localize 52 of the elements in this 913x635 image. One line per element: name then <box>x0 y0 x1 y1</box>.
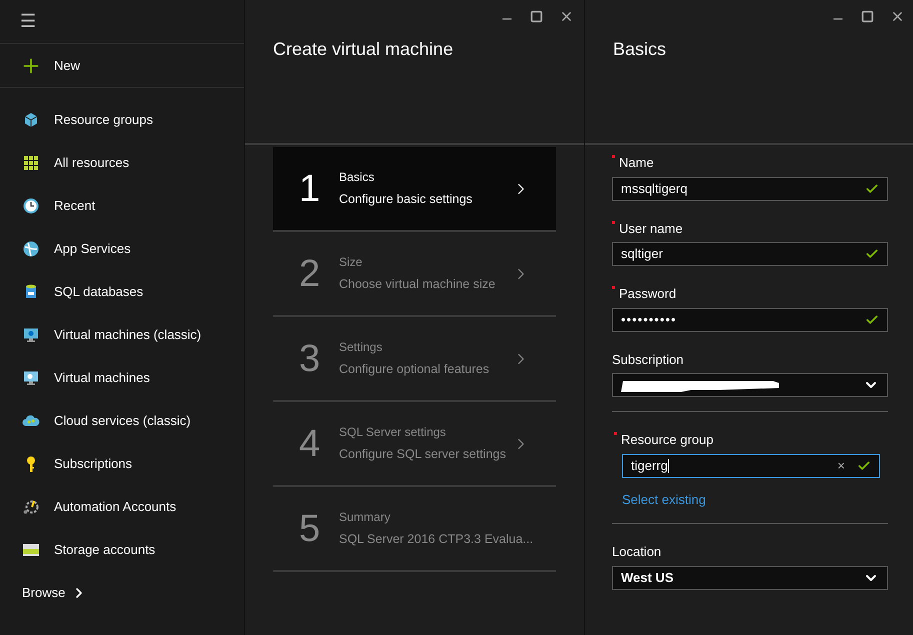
input-field[interactable]: mssqltigerq <box>612 176 888 200</box>
field-label: Name <box>619 154 654 172</box>
sidebar-item[interactable]: App Services <box>0 227 244 270</box>
check-icon <box>865 247 879 261</box>
blade-title: Create virtual machine <box>273 39 454 59</box>
blade-title: Basics <box>613 39 666 59</box>
clear-button[interactable]: × <box>837 456 845 476</box>
sidebar-item[interactable]: Subscriptions <box>0 442 244 485</box>
check-icon <box>857 458 871 472</box>
sidebar-item[interactable]: SQL databases <box>0 270 244 313</box>
clock-icon <box>22 196 40 214</box>
field-label: Location <box>612 543 662 561</box>
sidebar-item[interactable]: Virtual machines (classic) <box>0 313 244 356</box>
wizard-step[interactable]: 2 Size Choose virtual machine size <box>273 232 556 317</box>
password-field[interactable]: •••••••••• <box>612 308 888 332</box>
wizard-step[interactable]: 1 Basics Configure basic settings <box>273 147 556 232</box>
required-mark <box>614 432 617 435</box>
sidebar-item[interactable]: Cloud services (classic) <box>0 399 244 442</box>
input-field[interactable]: tigerrg × <box>622 454 880 478</box>
sidebar-item[interactable]: Virtual machines <box>0 356 244 399</box>
gear-icon <box>22 498 40 516</box>
menu-button[interactable]: ☰ <box>20 8 36 35</box>
required-mark <box>612 286 615 289</box>
new-button[interactable]: New <box>0 44 244 88</box>
wizard-step[interactable]: 3 Settings Configure optional features <box>273 317 556 402</box>
cube-icon <box>22 110 40 128</box>
field-label: Subscription <box>612 350 684 369</box>
dropdown-field[interactable] <box>612 373 888 397</box>
input-field[interactable]: sqltiger <box>612 242 888 266</box>
select-existing-link[interactable]: Select existing <box>622 490 888 509</box>
check-icon <box>865 182 879 196</box>
sidebar-item[interactable]: Recent <box>0 184 244 227</box>
grid-icon <box>22 154 40 172</box>
field-label: Password <box>619 285 676 303</box>
globe-icon <box>22 240 40 258</box>
sidebar-item[interactable]: Resource groups <box>0 98 244 141</box>
sidebar-item[interactable]: Automation Accounts <box>0 485 244 528</box>
required-mark <box>612 155 615 158</box>
maximize-icon[interactable] <box>861 10 874 22</box>
check-icon <box>865 312 879 326</box>
monitor-icon <box>22 368 40 386</box>
field-label: Resource group <box>621 431 714 449</box>
wizard-step[interactable]: 5 Summary SQL Server 2016 CTP3.3 Evalua... <box>273 487 556 572</box>
browse-link[interactable]: Browse <box>0 571 244 614</box>
wizard-step[interactable]: 4 SQL Server settings Configure SQL server settings <box>273 402 556 487</box>
required-mark <box>612 220 615 224</box>
monitor-icon <box>22 326 40 344</box>
dropdown-field[interactable]: West US <box>612 566 888 590</box>
field-label: User name <box>619 220 683 238</box>
sidebar-item[interactable]: All resources <box>0 141 244 184</box>
sidebar-item[interactable]: Storage accounts <box>0 528 244 571</box>
maximize-icon[interactable] <box>530 10 543 22</box>
